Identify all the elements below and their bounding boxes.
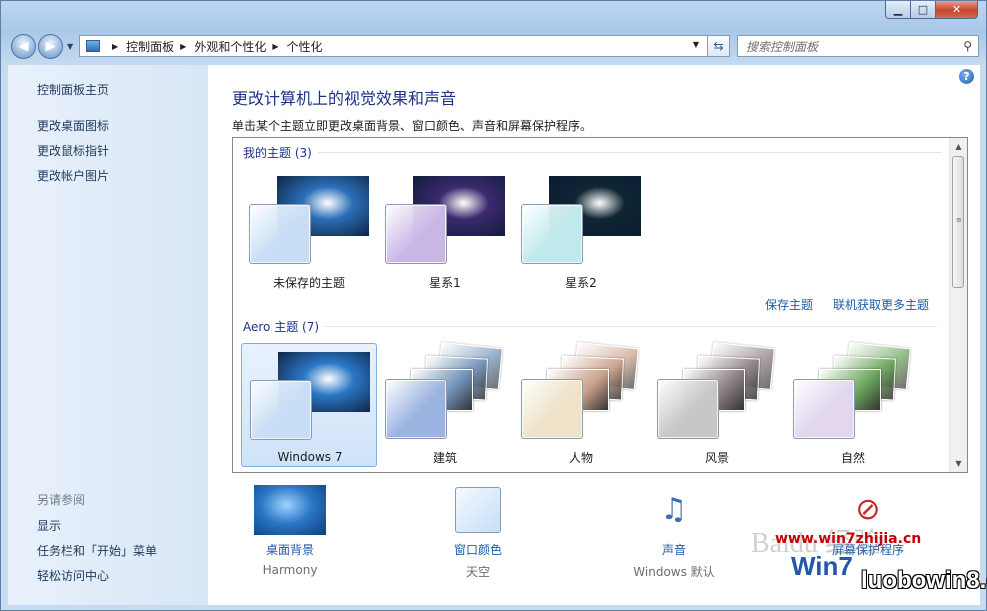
sidebar-link-home[interactable]: 控制面板主页 (37, 81, 109, 98)
forward-arrow-icon: ▶ (45, 39, 56, 54)
see-also-heading: 另请参阅 (37, 493, 86, 507)
sidebar-link-desktop-icons[interactable]: 更改桌面图标 (37, 117, 109, 134)
theme-name: 人物 (568, 451, 593, 465)
breadcrumb-personalization[interactable]: 个性化 (287, 38, 323, 55)
breadcrumb-chevron-icon[interactable]: ▶ (112, 42, 118, 51)
site-watermark: www.win7zhijia.cn (775, 531, 922, 547)
see-also-link-display[interactable]: 显示 (37, 517, 61, 534)
maximize-button[interactable]: □ (910, 1, 935, 19)
desktop-background-icon (254, 485, 326, 535)
window-color-setting[interactable]: 窗口颜色 天空 (398, 485, 558, 580)
theme-name: 自然 (840, 451, 865, 465)
sidebar-link-account-picture[interactable]: 更改帐户图片 (37, 167, 109, 184)
theme-tile-galaxy2[interactable]: 星系2 (513, 168, 649, 292)
maximize-icon: □ (917, 3, 929, 16)
control-panel-icon (86, 40, 100, 52)
breadcrumb-chevron-icon[interactable]: ▶ (180, 42, 186, 51)
theme-color-swatch (250, 380, 312, 440)
sidebar-link-mouse-pointers[interactable]: 更改鼠标指针 (37, 142, 109, 159)
navigation-bar: ◀ ▶ ▼ ▶ 控制面板 ▶ 外观和个性化 ▶ 个性化 ▼ ⇆ ⚲ (9, 33, 980, 61)
theme-list[interactable]: 我的主题 (3) 未保存的主题 星系1 星系2 保存主题 联机获取更多主题 Ae… (232, 137, 968, 473)
scroll-up-icon[interactable]: ▲ (950, 138, 967, 155)
theme-color-swatch (657, 379, 719, 439)
group-header-aero: Aero 主题 (7) (243, 318, 938, 335)
desktop-background-setting[interactable]: 桌面背景 Harmony (210, 485, 370, 577)
window-color-value: 天空 (465, 565, 490, 579)
save-theme-link[interactable]: 保存主题 (765, 296, 813, 313)
forward-button[interactable]: ▶ (38, 34, 63, 59)
theme-color-swatch (793, 379, 855, 439)
minimize-icon: ▁ (893, 3, 903, 16)
help-button[interactable]: ? (959, 69, 974, 84)
address-bar[interactable]: ▶ 控制面板 ▶ 外观和个性化 ▶ 个性化 ▼ (79, 35, 708, 57)
win7-logo-watermark: Win7 (791, 551, 853, 581)
theme-name: Windows 7 (277, 450, 343, 464)
close-button[interactable]: ✕ (935, 1, 978, 19)
desktop-background-value: Harmony (262, 563, 318, 577)
search-icon[interactable]: ⚲ (963, 39, 972, 53)
minimize-button[interactable]: ▁ (885, 1, 910, 19)
theme-tile-landscapes[interactable]: 风景 (649, 341, 785, 467)
get-more-themes-link[interactable]: 联机获取更多主题 (833, 296, 929, 313)
page-description: 单击某个主题立即更改桌面背景、窗口颜色、声音和屏幕保护程序。 (232, 119, 593, 133)
theme-name: 风景 (704, 451, 729, 465)
theme-tile-unsaved[interactable]: 未保存的主题 (241, 168, 377, 292)
theme-name: 星系2 (565, 276, 597, 290)
theme-color-swatch (521, 204, 583, 264)
window-color-icon (455, 487, 501, 533)
search-input[interactable] (744, 37, 958, 57)
sound-value: Windows 默认 (633, 565, 715, 579)
see-also-link-ease-of-access[interactable]: 轻松访问中心 (37, 567, 109, 584)
theme-tile-galaxy1[interactable]: 星系1 (377, 168, 513, 292)
theme-tile-nature[interactable]: 自然 (785, 341, 921, 467)
address-dropdown-icon[interactable]: ▼ (693, 40, 699, 49)
group-header-label: 我的主题 (3) (243, 146, 312, 160)
recent-pages-dropdown[interactable]: ▼ (67, 42, 73, 51)
domain-watermark: luobowin8.com (861, 567, 987, 594)
sound-link[interactable]: 声音 (594, 541, 754, 558)
group-header-label: Aero 主题 (7) (243, 320, 320, 334)
refresh-icon: ⇆ (713, 39, 724, 53)
back-arrow-icon: ◀ (18, 39, 29, 54)
window-color-link[interactable]: 窗口颜色 (398, 541, 558, 558)
help-icon: ? (963, 70, 970, 83)
theme-color-swatch (385, 204, 447, 264)
see-also-link-taskbar[interactable]: 任务栏和「开始」菜单 (37, 542, 157, 559)
breadcrumb-chevron-icon[interactable]: ▶ (272, 42, 278, 51)
sound-icon: ♫ (660, 492, 688, 527)
sound-setting[interactable]: ♫ 声音 Windows 默认 (594, 485, 754, 580)
theme-tile-characters[interactable]: 人物 (513, 341, 649, 467)
personalization-window: ▁ □ ✕ ◀ ▶ ▼ ▶ 控制面板 ▶ 外观和个性化 ▶ 个性化 ▼ ⇆ ⚲ … (0, 0, 987, 611)
theme-name: 未保存的主题 (272, 276, 345, 290)
breadcrumb-appearance[interactable]: 外观和个性化 (194, 38, 266, 55)
close-icon: ✕ (951, 3, 962, 16)
group-header-my-themes: 我的主题 (3) (243, 144, 942, 161)
desktop-background-link[interactable]: 桌面背景 (210, 541, 370, 558)
theme-color-swatch (521, 379, 583, 439)
refresh-button[interactable]: ⇆ (708, 35, 730, 57)
theme-color-swatch (385, 379, 447, 439)
theme-color-swatch (249, 204, 311, 264)
vertical-scrollbar[interactable]: ▲ ≡ ▼ (949, 138, 967, 472)
search-box[interactable]: ⚲ (737, 35, 979, 57)
theme-tile-architecture[interactable]: 建筑 (377, 341, 513, 467)
back-button[interactable]: ◀ (11, 34, 36, 59)
theme-name: 建筑 (432, 451, 457, 465)
sidebar: 控制面板主页 更改桌面图标 更改鼠标指针 更改帐户图片 另请参阅 显示 任务栏和… (8, 65, 208, 605)
caption-buttons: ▁ □ ✕ (885, 1, 978, 19)
breadcrumb-control-panel[interactable]: 控制面板 (126, 38, 174, 55)
scroll-down-icon[interactable]: ▼ (950, 455, 967, 472)
page-title: 更改计算机上的视觉效果和声音 (232, 89, 457, 108)
theme-tile-windows7[interactable]: Windows 7 (241, 343, 377, 467)
theme-name: 星系1 (429, 276, 461, 290)
scrollbar-thumb[interactable]: ≡ (952, 156, 964, 288)
